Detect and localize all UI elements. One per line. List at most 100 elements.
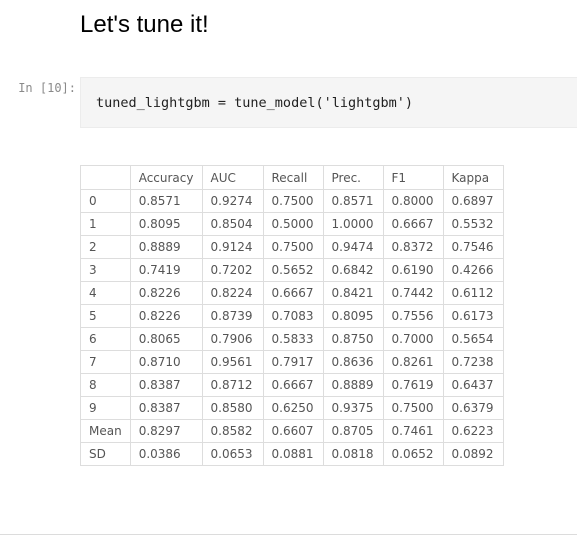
header-accuracy: Accuracy xyxy=(129,165,203,190)
row-label: 4 xyxy=(80,281,131,305)
table-row: 4 0.8226 0.8224 0.6667 0.8421 0.7442 0.6112 xyxy=(80,281,504,305)
code-line[interactable]: tuned_lightgbm = tune_model('lightgbm') xyxy=(96,94,413,112)
f1-cell: 0.7000 xyxy=(382,327,444,351)
row-label: 3 xyxy=(80,258,131,282)
auc-cell: 0.9124 xyxy=(201,235,264,259)
recall-cell: 0.6250 xyxy=(262,396,324,420)
kappa-cell: 0.0892 xyxy=(442,442,504,466)
recall-cell: 0.6667 xyxy=(262,373,324,397)
table-row: 3 0.7419 0.7202 0.5652 0.6842 0.6190 0.4266 xyxy=(80,258,504,282)
recall-cell: 0.7917 xyxy=(262,350,324,374)
f1-cell: 0.7556 xyxy=(382,304,444,328)
row-label: 1 xyxy=(80,212,131,236)
row-label: 0 xyxy=(80,189,131,213)
table-row: 5 0.8226 0.8739 0.7083 0.8095 0.7556 0.6173 xyxy=(80,304,504,328)
precision-cell: 0.9375 xyxy=(322,396,384,420)
table-row: 8 0.8387 0.8712 0.6667 0.8889 0.7619 0.6437 xyxy=(80,373,504,397)
recall-cell: 0.7083 xyxy=(262,304,324,328)
precision-cell: 0.8636 xyxy=(322,350,384,374)
kappa-cell: 0.7546 xyxy=(442,235,504,259)
header-f1: F1 xyxy=(382,165,444,190)
header-kappa: Kappa xyxy=(442,165,504,190)
row-label: 9 xyxy=(80,396,131,420)
recall-cell: 0.5652 xyxy=(262,258,324,282)
table-row: Mean 0.8297 0.8582 0.6607 0.8705 0.7461 0.6223 xyxy=(80,419,504,443)
row-label: 8 xyxy=(80,373,131,397)
recall-cell: 0.7500 xyxy=(262,235,324,259)
f1-cell: 0.8372 xyxy=(382,235,444,259)
accuracy-cell: 0.8571 xyxy=(129,189,203,213)
precision-cell: 0.8095 xyxy=(322,304,384,328)
f1-cell: 0.8261 xyxy=(382,350,444,374)
recall-cell: 0.0881 xyxy=(262,442,324,466)
kappa-cell: 0.6223 xyxy=(442,419,504,443)
table-row: 6 0.8065 0.7906 0.5833 0.8750 0.7000 0.5654 xyxy=(80,327,504,351)
precision-cell: 0.0818 xyxy=(322,442,384,466)
table-row: 2 0.8889 0.9124 0.7500 0.9474 0.8372 0.7546 xyxy=(80,235,504,259)
table-row: 7 0.8710 0.9561 0.7917 0.8636 0.8261 0.7238 xyxy=(80,350,504,374)
accuracy-cell: 0.8889 xyxy=(129,235,203,259)
recall-cell: 0.7500 xyxy=(262,189,324,213)
header-recall: Recall xyxy=(262,165,324,190)
precision-cell: 0.9474 xyxy=(322,235,384,259)
auc-cell: 0.8582 xyxy=(201,419,264,443)
table-row: 1 0.8095 0.8504 0.5000 1.0000 0.6667 0.5532 xyxy=(80,212,504,236)
f1-cell: 0.8000 xyxy=(382,189,444,213)
f1-cell: 0.7619 xyxy=(382,373,444,397)
auc-cell: 0.8712 xyxy=(201,373,264,397)
recall-cell: 0.5000 xyxy=(262,212,324,236)
kappa-cell: 0.5654 xyxy=(442,327,504,351)
accuracy-cell: 0.8387 xyxy=(129,373,203,397)
table-row: 9 0.8387 0.8580 0.6250 0.9375 0.7500 0.6379 xyxy=(80,396,504,420)
row-label: Mean xyxy=(80,419,131,443)
kappa-cell: 0.5532 xyxy=(442,212,504,236)
accuracy-cell: 0.8226 xyxy=(129,281,203,305)
kappa-cell: 0.4266 xyxy=(442,258,504,282)
f1-cell: 0.6667 xyxy=(382,212,444,236)
kappa-cell: 0.6173 xyxy=(442,304,504,328)
accuracy-cell: 0.8095 xyxy=(129,212,203,236)
auc-cell: 0.8224 xyxy=(201,281,264,305)
auc-cell: 0.9561 xyxy=(201,350,264,374)
accuracy-cell: 0.0386 xyxy=(129,442,203,466)
auc-cell: 0.8504 xyxy=(201,212,264,236)
recall-cell: 0.6667 xyxy=(262,281,324,305)
accuracy-cell: 0.8387 xyxy=(129,396,203,420)
row-label: 7 xyxy=(80,350,131,374)
auc-cell: 0.7906 xyxy=(201,327,264,351)
table-row: SD 0.0386 0.0653 0.0881 0.0818 0.0652 0.0892 xyxy=(80,442,504,466)
code-cell-input[interactable]: tuned_lightgbm = tune_model('lightgbm') xyxy=(80,77,577,128)
f1-cell: 0.0652 xyxy=(382,442,444,466)
table-header-row: Accuracy AUC Recall Prec. F1 Kappa xyxy=(80,165,504,190)
kappa-cell: 0.7238 xyxy=(442,350,504,374)
precision-cell: 0.8889 xyxy=(322,373,384,397)
precision-cell: 0.8421 xyxy=(322,281,384,305)
accuracy-cell: 0.8297 xyxy=(129,419,203,443)
table-row: 0 0.8571 0.9274 0.7500 0.8571 0.8000 0.6897 xyxy=(80,189,504,213)
auc-cell: 0.8580 xyxy=(201,396,264,420)
cell-divider xyxy=(0,534,577,535)
kappa-cell: 0.6379 xyxy=(442,396,504,420)
f1-cell: 0.7500 xyxy=(382,396,444,420)
accuracy-cell: 0.8226 xyxy=(129,304,203,328)
kappa-cell: 0.6437 xyxy=(442,373,504,397)
auc-cell: 0.7202 xyxy=(201,258,264,282)
auc-cell: 0.8739 xyxy=(201,304,264,328)
kappa-cell: 0.6112 xyxy=(442,281,504,305)
precision-cell: 0.6842 xyxy=(322,258,384,282)
cell-execution-prompt: In [10]: xyxy=(18,81,76,95)
recall-cell: 0.5833 xyxy=(262,327,324,351)
precision-cell: 0.8571 xyxy=(322,189,384,213)
f1-cell: 0.7442 xyxy=(382,281,444,305)
results-table: Accuracy AUC Recall Prec. F1 Kappa 0 0.85… xyxy=(80,165,504,466)
kappa-cell: 0.6897 xyxy=(442,189,504,213)
row-label: 6 xyxy=(80,327,131,351)
row-label: 2 xyxy=(80,235,131,259)
row-label: SD xyxy=(80,442,131,466)
precision-cell: 1.0000 xyxy=(322,212,384,236)
row-label: 5 xyxy=(80,304,131,328)
precision-cell: 0.8750 xyxy=(322,327,384,351)
table-body: 0 0.8571 0.9274 0.7500 0.8571 0.8000 0.6897 1 0.… xyxy=(80,189,504,466)
auc-cell: 0.0653 xyxy=(201,442,264,466)
accuracy-cell: 0.8710 xyxy=(129,350,203,374)
